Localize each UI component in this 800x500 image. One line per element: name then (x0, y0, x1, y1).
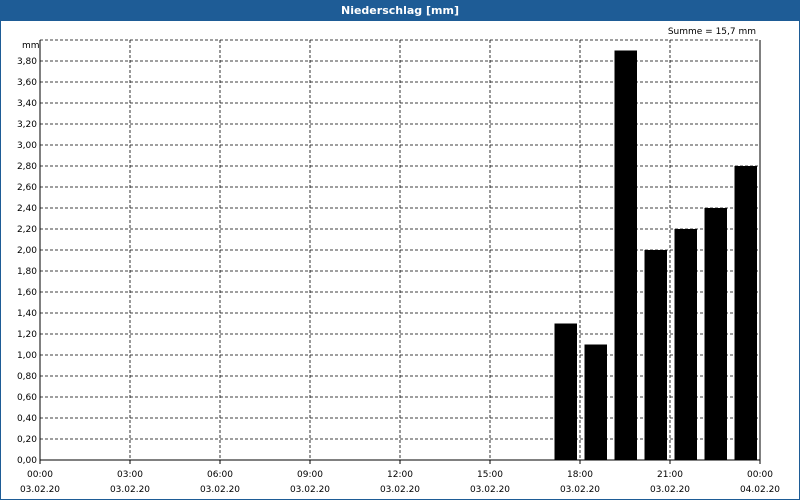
y-axis-unit: mm (22, 41, 40, 51)
x-tick-time: 12:00 (387, 470, 413, 480)
x-tick-time: 21:00 (657, 470, 683, 480)
x-tick-time: 03:00 (117, 470, 143, 480)
y-tick-label: 3,40 (17, 99, 37, 109)
y-tick-label: 0,60 (17, 393, 37, 403)
bar-series (554, 50, 757, 460)
precipitation-bar (674, 229, 697, 460)
x-tick-labels: 00:00 03.02.20 03:00 03.02.20 06:00 03.02.20 0… (20, 470, 780, 495)
y-tick-label: 0,20 (17, 435, 37, 445)
x-tick-date: 03.02.20 (560, 485, 600, 495)
x-tick-time: 18:00 (567, 470, 593, 480)
x-tick-time: 09:00 (297, 470, 323, 480)
y-tick-label: 2,00 (17, 246, 37, 256)
y-tick-label: 1,60 (17, 288, 37, 298)
y-tick-label: 3,20 (17, 120, 37, 130)
y-tick-label: 1,40 (17, 309, 37, 319)
precipitation-bar (614, 50, 637, 460)
y-tick-label: 2,80 (17, 162, 37, 172)
precipitation-bar (704, 208, 727, 460)
x-tick-date: 03.02.20 (380, 485, 420, 495)
x-tick-time: 00:00 (27, 470, 53, 480)
y-tick-label: 0,80 (17, 372, 37, 382)
precipitation-bar (734, 166, 757, 460)
x-tick-date: 03.02.20 (290, 485, 330, 495)
precipitation-bar (584, 344, 607, 460)
x-tick-date: 03.02.20 (110, 485, 150, 495)
y-tick-label: 1,80 (17, 267, 37, 277)
sum-annotation: Summe = 15,7 mm (668, 27, 756, 37)
x-tick-date: 03.02.20 (20, 485, 60, 495)
x-tick-date: 03.02.20 (470, 485, 510, 495)
x-tick-date: 03.02.20 (650, 485, 690, 495)
x-tick-time: 15:00 (477, 470, 503, 480)
x-tick-date: 04.02.20 (740, 485, 780, 495)
x-tick-date: 03.02.20 (200, 485, 240, 495)
y-tick-label: 3,60 (17, 78, 37, 88)
precipitation-chart: 0,00 0,20 0,40 0,60 0,80 1,00 1,20 1,40 1,60 1,80… (17, 27, 780, 495)
y-tick-label: 2,40 (17, 204, 37, 214)
x-tick-time: 00:00 (747, 470, 773, 480)
y-tick-label: 0,00 (17, 456, 37, 466)
y-tick-label: 1,20 (17, 330, 37, 340)
y-tick-label: 3,80 (17, 57, 37, 67)
y-tick-label: 2,60 (17, 183, 37, 193)
x-tick-time: 06:00 (207, 470, 233, 480)
y-tick-labels: 0,00 0,20 0,40 0,60 0,80 1,00 1,20 1,40 1,60 1,80… (17, 57, 37, 466)
y-tick-label: 3,00 (17, 141, 37, 151)
precipitation-bar (644, 250, 667, 460)
y-tick-label: 2,20 (17, 225, 37, 235)
y-tick-label: 0,40 (17, 414, 37, 424)
y-tick-label: 1,00 (17, 351, 37, 361)
precipitation-bar (554, 323, 577, 460)
